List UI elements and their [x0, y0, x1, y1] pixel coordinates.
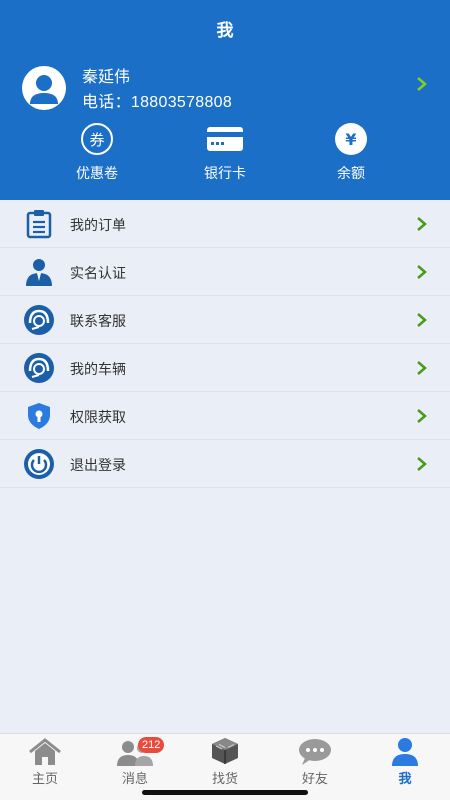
box-icon	[212, 738, 238, 764]
menu-item-label: 我的车辆	[70, 361, 126, 377]
coupon-shortcut[interactable]: 券 优惠卷	[37, 122, 157, 183]
chevron-right-icon	[417, 313, 427, 327]
tab-find-goods[interactable]: 找货	[180, 734, 270, 786]
svg-text:券: 券	[89, 131, 104, 149]
chevron-right-icon	[417, 457, 427, 471]
chevron-right-icon	[417, 265, 427, 279]
chevron-right-icon	[417, 361, 427, 375]
power-icon	[22, 449, 56, 479]
menu-item-verification[interactable]: 实名认证	[0, 248, 450, 296]
tab-home[interactable]: 主页	[0, 734, 90, 786]
tab-label: 我	[398, 771, 412, 786]
balance-label: 余额	[337, 165, 365, 181]
menu-item-label: 联系客服	[70, 313, 126, 329]
balance-shortcut[interactable]: ¥ 余额	[291, 122, 411, 183]
tab-label: 消息	[121, 771, 148, 786]
page-title: 我	[216, 21, 234, 40]
user-phone: 电话：18803578808	[82, 94, 233, 111]
unread-badge: 212	[138, 737, 165, 753]
bank-card-shortcut[interactable]: 银行卡	[165, 122, 285, 183]
menu-item-vehicles[interactable]: 我的车辆	[0, 344, 450, 392]
menu-item-label: 权限获取	[70, 409, 126, 425]
avatar-person-icon	[30, 75, 58, 104]
profile-card[interactable]: 秦延伟 电话：18803578808	[22, 62, 428, 111]
tab-label: 找货	[211, 771, 238, 786]
chevron-right-icon	[417, 77, 427, 91]
avatar	[22, 66, 66, 110]
menu-item-label: 我的订单	[70, 217, 126, 233]
svg-text:¥: ¥	[345, 130, 356, 149]
user-icon	[392, 738, 418, 766]
menu-item-label: 退出登录	[70, 457, 126, 473]
menu-item-customer-service[interactable]: 联系客服	[0, 296, 450, 344]
home-icon	[29, 738, 61, 765]
chat-icon	[299, 739, 331, 765]
menu-item-logout[interactable]: 退出登录	[0, 440, 450, 488]
chevron-right-icon	[417, 409, 427, 423]
home-indicator	[142, 790, 308, 795]
shield-lock-icon	[22, 401, 56, 431]
tab-label: 好友	[301, 771, 328, 786]
tab-label: 主页	[31, 771, 58, 786]
coupon-label: 优惠卷	[76, 165, 118, 181]
headset-icon	[22, 353, 56, 383]
shortcut-bar: 券 优惠卷 银行卡 ¥ 余额	[0, 122, 450, 188]
menu-list: 我的订单 实名认证 联系客服 我的车辆 权限获取 退出登录	[0, 200, 450, 488]
coupon-icon: 券	[81, 123, 113, 155]
balance-icon: ¥	[335, 123, 367, 155]
tab-me[interactable]: 我	[360, 734, 450, 786]
menu-item-label: 实名认证	[70, 265, 126, 281]
menu-item-permissions[interactable]: 权限获取	[0, 392, 450, 440]
clipboard-icon	[22, 209, 56, 239]
tab-messages[interactable]: 212 消息	[90, 734, 180, 786]
chevron-right-icon	[417, 217, 427, 231]
bank-card-icon	[207, 127, 243, 151]
tab-friends[interactable]: 好友	[270, 734, 360, 786]
menu-item-orders[interactable]: 我的订单	[0, 200, 450, 248]
bank-card-label: 银行卡	[204, 165, 246, 181]
user-name: 秦延伟	[82, 69, 131, 86]
person-icon	[22, 257, 56, 287]
profile-header: 我 秦延伟 电话：18803578808 券 优惠卷 银行卡 ¥ 余额	[0, 0, 450, 200]
headset-icon	[22, 305, 56, 335]
